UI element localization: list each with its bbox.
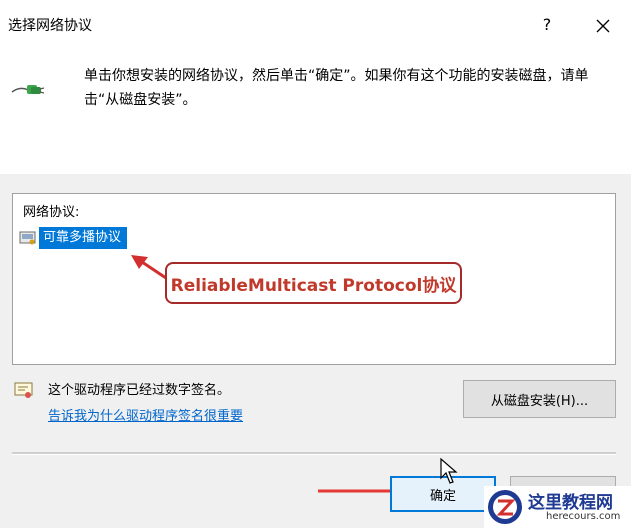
title-bar: 选择网络协议 ? xyxy=(0,0,631,50)
watermark-title: 这里教程网 xyxy=(528,493,613,513)
watermark-logo-icon xyxy=(488,490,522,524)
help-button[interactable]: ? xyxy=(530,8,564,42)
mouse-cursor-icon xyxy=(440,458,458,484)
close-button[interactable] xyxy=(586,8,620,42)
list-item[interactable]: 可靠多播协议 xyxy=(19,227,128,249)
watermark-url: herecours.com xyxy=(546,511,621,522)
driver-signing-link[interactable]: 告诉我为什么驱动程序签名很重要 xyxy=(48,405,243,424)
instruction-section: 单击你想安装的网络协议，然后单击“确定”。如果你有这个功能的安装磁盘，请单击“从… xyxy=(0,50,631,174)
protocol-item-label: 可靠多播协议 xyxy=(39,227,128,249)
network-plug-icon xyxy=(11,85,44,94)
instruction-text: 单击你想安装的网络协议，然后单击“确定”。如果你有这个功能的安装磁盘，请单击“从… xyxy=(84,68,589,108)
protocol-list-header: 网络协议: xyxy=(23,205,80,220)
dialog-title: 选择网络协议 xyxy=(8,18,92,34)
protocol-icon xyxy=(19,231,36,245)
watermark: 这里教程网 herecours.com xyxy=(484,486,631,528)
signature-status: 这个驱动程序已经过数字签名。 xyxy=(48,383,231,398)
annotation-callout: ReliableMulticast Protocol协议 xyxy=(165,262,462,304)
close-icon xyxy=(596,19,610,32)
divider xyxy=(12,452,616,455)
install-from-disk-button[interactable]: 从磁盘安装(H)... xyxy=(463,380,616,418)
certificate-icon xyxy=(14,382,33,398)
